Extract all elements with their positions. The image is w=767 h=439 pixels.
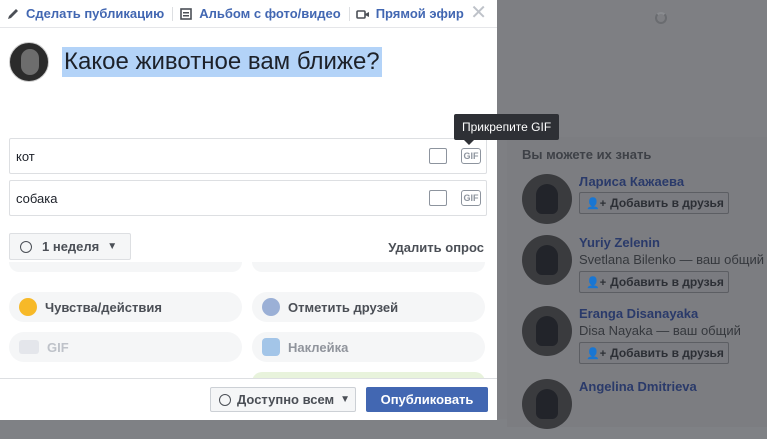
add-friend-icon: 👤+ <box>586 197 607 210</box>
tab-photo-album[interactable]: Альбом с фото/видео <box>173 0 341 27</box>
poll-option-input[interactable]: собака GIF <box>9 180 487 216</box>
tab-make-post[interactable]: Сделать публикацию <box>0 0 164 27</box>
add-friend-button[interactable]: 👤+ Добавить в друзья <box>579 271 729 293</box>
mutual-friends-text: Svetlana Bilenko — ваш общий <box>579 252 764 267</box>
add-friend-button[interactable]: 👤+ Добавить в друзья <box>579 192 729 214</box>
poll-option-text: собака <box>16 191 58 206</box>
poll-option-input[interactable]: кот GIF <box>9 138 487 174</box>
person-name[interactable]: Eranga Disanayaka <box>579 306 698 321</box>
action-feeling[interactable]: Чувства/действия <box>9 292 242 322</box>
action-row-partial <box>252 262 485 272</box>
avatar[interactable] <box>522 174 572 224</box>
close-icon[interactable]: ✕ <box>470 3 487 23</box>
smiley-icon <box>19 298 37 316</box>
person-name[interactable]: Angelina Dmitrieva <box>579 379 697 394</box>
pencil-icon <box>8 8 18 19</box>
person-name[interactable]: Yuriy Zelenin <box>579 235 660 250</box>
action-gif[interactable]: GIF <box>9 332 242 362</box>
tag-friends-icon <box>262 298 280 316</box>
action-sticker[interactable]: Наклейка <box>252 332 485 362</box>
poll-option-text: кот <box>16 149 35 164</box>
add-friend-icon: 👤+ <box>586 347 607 360</box>
image-icon[interactable] <box>429 148 447 164</box>
gif-tooltip: Прикрепите GIF <box>454 114 560 145</box>
avatar[interactable] <box>522 235 572 285</box>
delete-poll-link[interactable]: Удалить опрос <box>388 240 484 255</box>
poll-question-input[interactable]: Какое животное вам ближе? <box>62 47 382 77</box>
chevron-down-icon: ▼ <box>107 241 118 252</box>
video-camera-icon <box>355 9 369 19</box>
poll-duration-select[interactable]: 1 неделя ▼ <box>9 233 131 260</box>
composer-tabs: Сделать публикацию Альбом с фото/видео П… <box>0 0 497 28</box>
chevron-down-icon: ▼ <box>340 394 351 405</box>
globe-icon <box>219 393 231 406</box>
add-friend-icon: 👤+ <box>586 276 607 289</box>
suggestion-person: Лариса Кажаева 👤+ Добавить в друзья <box>522 174 767 234</box>
privacy-selector[interactable]: Доступно всем ▼ <box>210 387 356 412</box>
avatar <box>9 42 49 82</box>
suggestion-person: Yuriy Zelenin Svetlana Bilenko — ваш общ… <box>522 235 767 295</box>
gif-icon[interactable]: GIF <box>461 148 481 164</box>
composer-footer: Доступно всем ▼ Опубликовать <box>0 378 497 420</box>
mutual-friends-text: Disa Nayaka — ваш общий <box>579 323 741 338</box>
composer-dialog: Сделать публикацию Альбом с фото/видео П… <box>0 0 560 420</box>
add-friend-button[interactable]: 👤+ Добавить в друзья <box>579 342 729 364</box>
gif-icon[interactable]: GIF <box>461 190 481 206</box>
action-tag-friends[interactable]: Отметить друзей <box>252 292 485 322</box>
avatar[interactable] <box>522 306 572 356</box>
action-row-partial <box>9 262 242 272</box>
publish-button[interactable]: Опубликовать <box>366 387 488 412</box>
avatar[interactable] <box>522 379 572 429</box>
person-name[interactable]: Лариса Кажаева <box>579 174 684 189</box>
gif-icon <box>19 340 39 354</box>
suggestion-person: Eranga Disanayaka Disa Nayaka — ваш общи… <box>522 306 767 366</box>
people-you-may-know-title: Вы можете их знать <box>522 147 652 162</box>
loading-spinner-icon <box>655 12 667 24</box>
suggestion-person: Angelina Dmitrieva <box>522 379 767 439</box>
clock-icon <box>20 240 32 253</box>
tab-live-video[interactable]: Прямой эфир <box>350 0 464 27</box>
album-icon <box>180 7 193 20</box>
sticker-icon <box>262 338 280 356</box>
image-icon[interactable] <box>429 190 447 206</box>
